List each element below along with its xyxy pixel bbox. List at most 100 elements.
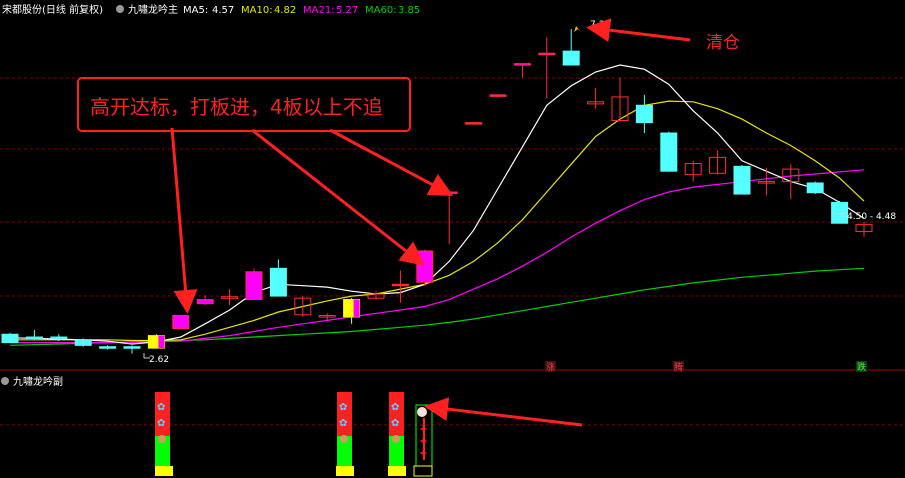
candle (147, 334, 165, 349)
candle-body (196, 299, 214, 305)
candle (513, 63, 531, 78)
svg-text:✿: ✿ (391, 418, 399, 429)
candle-body (513, 63, 531, 66)
last-price-label: 4.50 - 4.48 (847, 212, 896, 222)
arrow-to-breakout-1 (170, 127, 198, 314)
ma21-value: 5.27 (336, 5, 358, 16)
candle (538, 37, 556, 99)
candle (343, 298, 361, 324)
candle (221, 289, 239, 306)
arrow-to-breakout-3 (329, 128, 454, 196)
stock-title: 宋都股份(日线 前复权) (2, 3, 103, 16)
candle-body (635, 104, 653, 124)
price-annotations: 2.62 7.30 4.50 - 4.48 (143, 20, 896, 365)
arrow-to-breakout-2 (251, 128, 425, 266)
sub-indicator-bars: ✿ ✿ ✿ ✿ ✿ ✿ ✚ ✚ ✚ (155, 392, 433, 477)
ma10-label: MA10: (241, 5, 273, 16)
candle (465, 121, 483, 125)
candle (269, 259, 287, 297)
candle (855, 221, 873, 238)
candle-body (562, 50, 580, 66)
candle (172, 315, 190, 330)
candle (489, 94, 507, 97)
mark-die: 跌 (857, 362, 866, 373)
svg-text:✿: ✿ (339, 418, 347, 429)
candle (782, 164, 800, 199)
candle-body (465, 122, 483, 125)
candle-body-accent (158, 335, 165, 349)
candle (757, 167, 775, 196)
svg-text:✚: ✚ (420, 425, 427, 434)
mark-zhang: 涨 (546, 362, 555, 373)
sub-indicator-toggle-icon[interactable] (1, 377, 9, 385)
candle (635, 94, 653, 134)
candle-body (733, 165, 751, 195)
indicator-toggle-icon[interactable] (116, 5, 124, 13)
candle-body (25, 336, 43, 340)
candle-body-accent (353, 299, 360, 317)
candle (831, 201, 849, 224)
candle (123, 345, 141, 354)
candle (196, 295, 214, 306)
pattern-marks: 涨 腾 跌 (545, 361, 867, 373)
candle-body (269, 267, 287, 297)
arrow-to-sub-signal (424, 397, 583, 427)
ma21-label: MA21: (303, 5, 335, 16)
svg-text:✿: ✿ (157, 418, 165, 429)
candle-body (831, 201, 849, 224)
svg-text:✿: ✿ (339, 402, 347, 413)
candle-body (123, 346, 141, 349)
mark-teng: 腾 (674, 361, 683, 373)
candle-body (50, 336, 68, 340)
candle-body (391, 283, 409, 287)
ma5-value: 4.57 (212, 5, 234, 16)
candle (684, 160, 702, 182)
sub-indicator-name: 九嘯龙吟副 (13, 375, 63, 388)
sell-label: 清仓 (706, 33, 740, 53)
candle-body (806, 182, 824, 194)
svg-text:✚: ✚ (420, 437, 427, 446)
candle-body (660, 132, 678, 172)
candle-body (489, 94, 507, 97)
ma21-line (10, 169, 865, 344)
strategy-annotation: 高开达标，打板进，4板以上不追 (77, 77, 411, 132)
candle (440, 191, 458, 245)
sub-header: 九嘯龙吟副 (1, 375, 63, 388)
candle (391, 270, 409, 304)
low-price-label: 2.62 (149, 355, 169, 365)
candle (806, 181, 824, 195)
candle-body (245, 271, 263, 301)
svg-text:✿: ✿ (391, 402, 399, 413)
signal-bar: ✿ ✿ (336, 392, 354, 476)
signal-bar: ✿ ✿ (155, 392, 173, 476)
candle (99, 345, 117, 350)
candle (562, 28, 580, 66)
main-header: 宋都股份(日线 前复权) 九嘯龙吟主 MA5: 4.57 MA10: 4.82 … (2, 3, 420, 16)
candle-body (1, 333, 19, 344)
annotation-arrows (170, 18, 691, 427)
stock-chart: 宋都股份(日线 前复权) 九嘯龙吟主 MA5: 4.57 MA10: 4.82 … (0, 3, 905, 477)
indicator-name: 九嘯龙吟主 (128, 3, 178, 16)
candle-body (74, 339, 92, 346)
candle (25, 330, 43, 340)
annotation-text: 高开达标，打板进，4板以上不追 (90, 95, 383, 119)
candle (74, 338, 92, 347)
arrow-to-sell-point (586, 18, 691, 43)
candle (587, 87, 605, 109)
candle-body (538, 52, 556, 56)
candle-body (416, 250, 434, 283)
svg-text:✚: ✚ (420, 449, 427, 458)
candle (1, 332, 19, 344)
candle (416, 249, 434, 286)
high-marker-icon (574, 26, 581, 32)
candle-body (172, 315, 190, 330)
ma10-value: 4.82 (274, 5, 296, 16)
signal-bar: ✿ ✿ (388, 392, 406, 476)
candle-body (99, 346, 117, 349)
ma5-label: MA5: (183, 5, 208, 16)
svg-text:✿: ✿ (157, 402, 165, 413)
candle (660, 131, 678, 172)
candle (611, 77, 629, 122)
ma60-value: 3.85 (398, 5, 420, 16)
candle (733, 164, 751, 195)
